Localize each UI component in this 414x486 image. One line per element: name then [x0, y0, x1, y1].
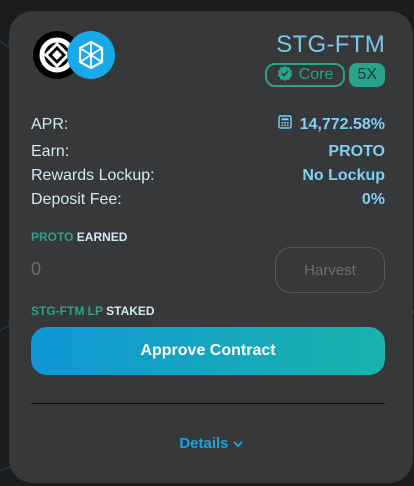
apr-value: 14,772.58% — [299, 115, 385, 133]
token-logos — [33, 31, 121, 81]
rewards-lockup-value: No Lockup — [302, 167, 385, 184]
multiplier-badge: 5X — [349, 63, 385, 87]
earn-row: Earn: PROTO — [31, 143, 385, 161]
earned-token: PROTO — [31, 230, 74, 244]
rewards-lockup-label: Rewards Lockup: — [31, 167, 155, 184]
earned-amount: 0 — [31, 259, 42, 279]
deposit-fee-row: Deposit Fee: 0% — [31, 191, 385, 209]
apr-value-group: 14,772.58% — [277, 115, 385, 134]
earn-value: PROTO — [328, 143, 385, 160]
details-toggle[interactable]: Details — [9, 435, 413, 452]
farm-card: STG-FTM Core 5X APR: 14,772.58% Earn: PR… — [9, 11, 413, 483]
core-badge: Core — [264, 63, 346, 87]
deposit-fee-value: 0% — [361, 191, 385, 208]
staked-section-label: STG-FTM LP STAKED — [31, 304, 155, 318]
divider — [31, 403, 385, 404]
staked-suffix: STAKED — [106, 304, 155, 318]
deposit-fee-label: Deposit Fee: — [31, 191, 122, 208]
core-badge-label: Core — [298, 66, 334, 83]
pair-title: STG-FTM — [276, 31, 385, 58]
harvest-button[interactable]: Harvest — [275, 247, 385, 293]
staked-token: STG-FTM LP — [31, 304, 103, 318]
calculator-icon[interactable] — [277, 115, 292, 134]
chevron-down-icon — [232, 435, 243, 452]
verified-check-icon — [277, 65, 293, 86]
earn-label: Earn: — [31, 143, 70, 160]
earned-suffix: EARNED — [76, 230, 128, 244]
approve-contract-button[interactable]: Approve Contract — [31, 327, 385, 375]
earned-section-label: PROTO EARNED — [31, 230, 127, 244]
farm-badges: Core 5X — [264, 63, 385, 87]
apr-row: APR: 14,772.58% — [31, 115, 385, 134]
apr-label: APR: — [31, 115, 69, 133]
details-label: Details — [179, 435, 229, 452]
rewards-lockup-row: Rewards Lockup: No Lockup — [31, 167, 385, 185]
ftm-token-icon — [67, 31, 115, 79]
